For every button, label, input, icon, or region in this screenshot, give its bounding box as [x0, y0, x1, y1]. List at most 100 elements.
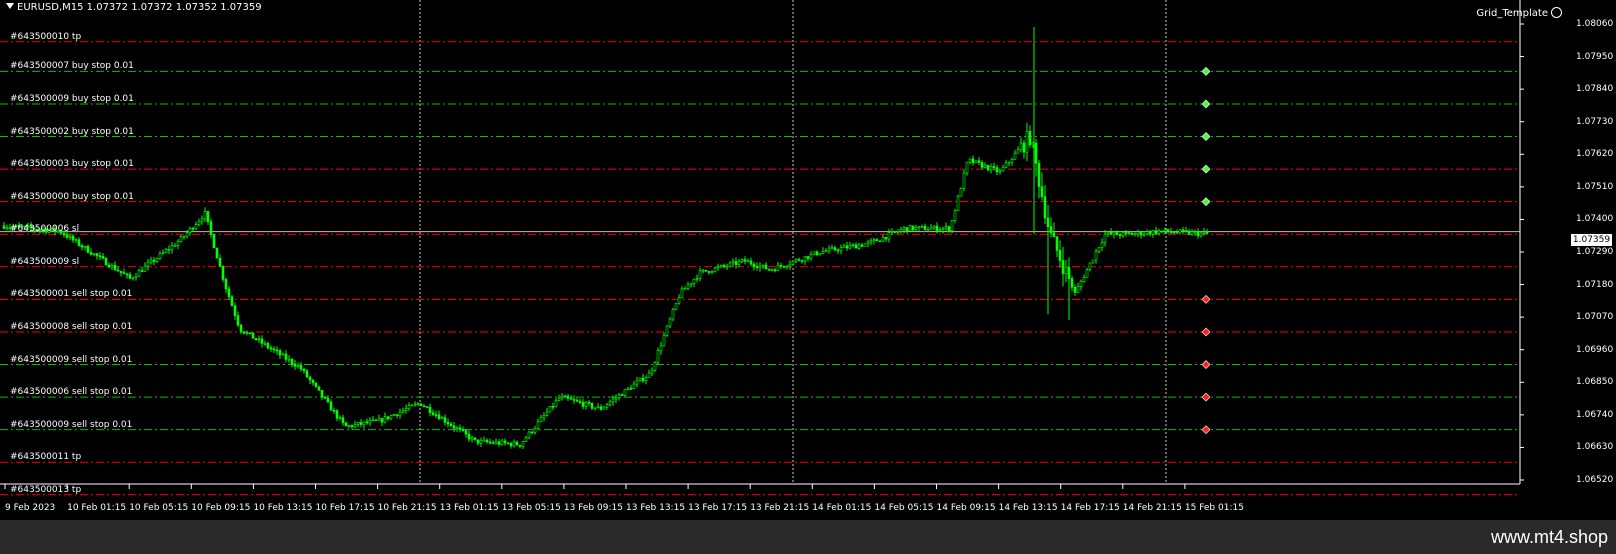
- chart-header: EURUSD,M15 1.07372 1.07372 1.07352 1.073…: [6, 2, 262, 13]
- candle-body: [770, 269, 774, 272]
- candle-body: [842, 245, 846, 248]
- candle-body: [500, 440, 504, 445]
- candle-body: [557, 397, 561, 401]
- order-label: #643500000 buy stop 0.01: [10, 191, 134, 202]
- candle-body: [506, 442, 510, 445]
- candle-body: [473, 437, 477, 441]
- candle-body: [536, 421, 540, 429]
- candle-body: [338, 417, 342, 419]
- candle-body: [356, 422, 360, 425]
- sell-stop-marker[interactable]: [1201, 294, 1211, 304]
- price-tick-label: 1.07070: [1576, 312, 1614, 323]
- price-tick-label: 1.07180: [1576, 279, 1614, 290]
- time-tick-label: 15 Feb 01:15: [1184, 503, 1244, 513]
- watermark: www.mt4.shop: [1490, 527, 1608, 547]
- candle-body: [1025, 131, 1029, 153]
- candle-body: [674, 302, 678, 310]
- candle-body: [218, 257, 222, 267]
- candle-body: [629, 387, 633, 390]
- sell-stop-marker[interactable]: [1201, 392, 1211, 402]
- candle-body: [1067, 266, 1071, 279]
- expert-advisor-label[interactable]: Grid_Template: [1476, 7, 1562, 19]
- price-plot[interactable]: [0, 0, 1616, 520]
- candle-body: [1181, 229, 1185, 232]
- candle-body: [377, 418, 381, 421]
- buy-stop-marker[interactable]: [1201, 164, 1211, 174]
- candle-body: [269, 347, 273, 350]
- candle-body: [206, 210, 210, 223]
- candle-body: [566, 395, 570, 399]
- candle-body: [425, 406, 429, 408]
- candle-body: [623, 389, 627, 396]
- candle-body: [419, 403, 423, 407]
- candle-body: [89, 252, 93, 255]
- candle-body: [461, 429, 465, 431]
- candle-body: [341, 417, 345, 423]
- candle-body: [896, 231, 900, 233]
- candle-body: [908, 225, 912, 232]
- candle-body: [854, 244, 858, 249]
- chart-window[interactable]: EURUSD,M15 1.07372 1.07372 1.07352 1.073…: [0, 0, 1616, 520]
- buy-stop-marker[interactable]: [1201, 99, 1211, 109]
- sell-stop-marker[interactable]: [1201, 425, 1211, 435]
- time-tick-label: 10 Feb 21:15: [377, 503, 437, 513]
- candle-body: [788, 264, 792, 267]
- candle-body: [947, 226, 951, 232]
- sell-stop-marker[interactable]: [1201, 360, 1211, 369]
- buy-stop-marker[interactable]: [1201, 132, 1211, 141]
- candle-body: [86, 245, 90, 253]
- candle-body: [944, 226, 948, 229]
- candle-body: [659, 345, 663, 351]
- candle-body: [362, 421, 366, 425]
- candle-body: [917, 226, 921, 228]
- candle-body: [980, 162, 984, 168]
- candle-body: [476, 439, 480, 444]
- candle-body: [1133, 233, 1137, 236]
- candle-body: [791, 260, 795, 265]
- candle-body: [767, 268, 771, 271]
- candle-body: [479, 439, 483, 444]
- candle-body: [857, 244, 861, 249]
- time-tick-label: 14 Feb 09:15: [936, 503, 996, 513]
- candle-body: [728, 262, 732, 267]
- candle-body: [383, 416, 387, 423]
- order-label: #643500008 sell stop 0.01: [10, 321, 133, 332]
- candle-body: [1196, 231, 1200, 237]
- candle-body: [821, 251, 825, 254]
- candle-body: [749, 260, 753, 265]
- buy-stop-marker[interactable]: [1201, 197, 1211, 207]
- candle-body: [893, 231, 897, 233]
- expert-name: Grid_Template: [1476, 8, 1548, 19]
- candle-body: [203, 210, 207, 220]
- time-tick-label: 13 Feb 05:15: [501, 503, 561, 513]
- candle-body: [1016, 149, 1020, 154]
- candle-body: [836, 249, 840, 252]
- candle-body: [827, 247, 831, 252]
- buy-stop-marker[interactable]: [1201, 66, 1211, 76]
- candle-body: [131, 277, 135, 280]
- candle-body: [389, 415, 393, 420]
- candle-body: [1079, 281, 1083, 287]
- candle-body: [134, 276, 138, 279]
- candle-body: [1088, 262, 1092, 270]
- chevron-down-icon[interactable]: [6, 3, 14, 9]
- candle-body: [401, 410, 405, 413]
- candle-body: [68, 235, 72, 238]
- candle-body: [941, 227, 945, 230]
- candle-body: [524, 437, 528, 442]
- order-label: #643500009 sell stop 0.01: [10, 354, 133, 365]
- candle-body: [806, 256, 810, 259]
- time-tick-label: 13 Feb 21:15: [750, 503, 810, 513]
- sell-stop-marker[interactable]: [1201, 327, 1211, 337]
- candle-body: [698, 270, 702, 279]
- candle-body: [734, 261, 738, 265]
- candle-body: [824, 250, 828, 253]
- time-tick-label: 9 Feb 2023: [5, 503, 56, 513]
- candle-body: [959, 188, 963, 197]
- candle-body: [440, 417, 444, 420]
- time-tick-label: 13 Feb 17:15: [688, 503, 748, 513]
- candle-body: [677, 297, 681, 304]
- candle-body: [368, 420, 372, 424]
- candle-body: [725, 265, 729, 268]
- candle-body: [986, 164, 990, 171]
